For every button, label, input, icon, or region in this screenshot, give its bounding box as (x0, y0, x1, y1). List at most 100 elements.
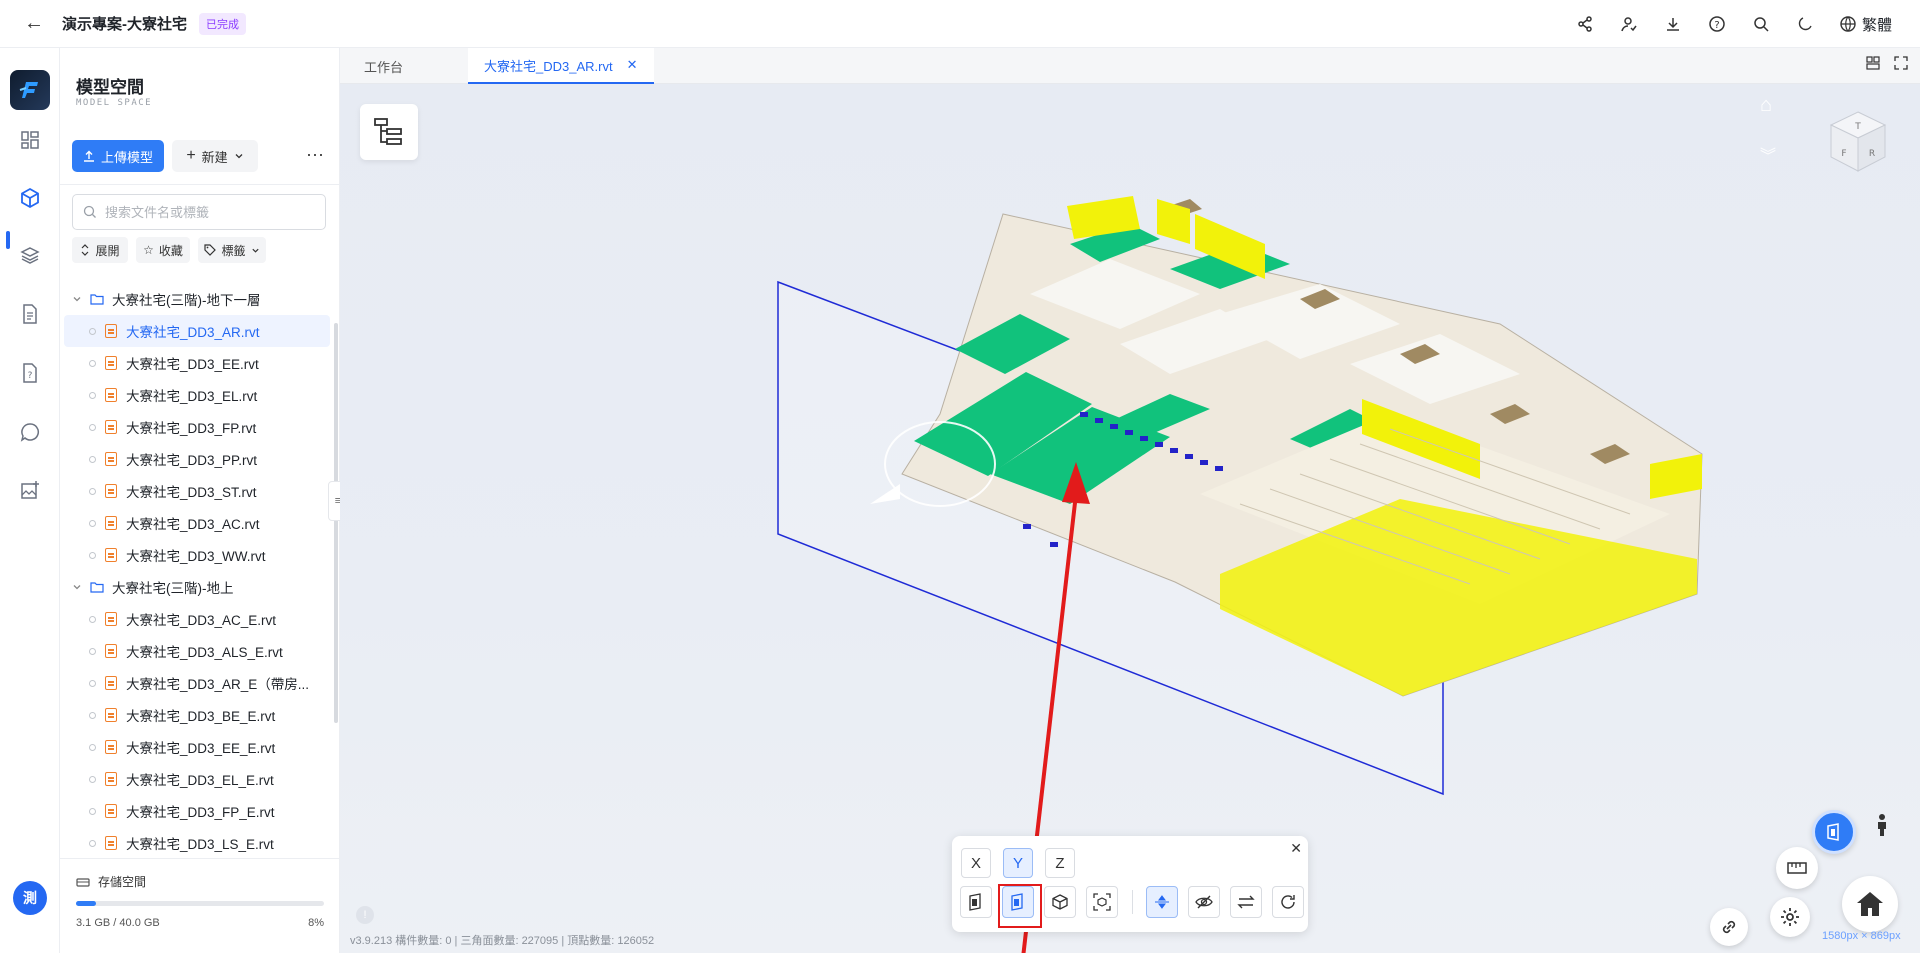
status-dot (89, 615, 96, 623)
tree-file[interactable]: 大寮社宅_DD3_AC_E.rvt (64, 603, 330, 635)
tree-folder[interactable]: 大寮社宅(三階)-地上 (60, 571, 336, 603)
panel-title: 模型空間 (76, 78, 144, 97)
axis-y-button[interactable]: Y (1003, 848, 1033, 878)
tree-file[interactable]: 大寮社宅_DD3_AC.rvt (64, 507, 330, 539)
status-dot (89, 455, 96, 463)
axis-x-button[interactable]: X (961, 848, 991, 878)
tab-model-file[interactable]: 大寮社宅_DD3_AR.rvt ✕ (468, 48, 654, 84)
highlight-annotation-box (998, 884, 1042, 928)
file-question-icon[interactable]: ? (18, 361, 42, 385)
tree-file[interactable]: 大寮社宅_DD3_ALS_E.rvt (64, 635, 330, 667)
tree-file[interactable]: 大寮社宅_DD3_PP.rvt (64, 443, 330, 475)
flip-button[interactable] (1230, 886, 1262, 918)
expand-icon (82, 244, 89, 256)
tree-file[interactable]: 大寮社宅_DD3_AR.rvt (64, 315, 330, 347)
tree-folder[interactable]: 大寮社宅(三階)-地下一層 (60, 283, 336, 315)
globe-icon (1840, 16, 1856, 32)
view-cube[interactable]: T F R (1823, 107, 1893, 182)
status-dot (89, 711, 96, 719)
link-icon (1722, 920, 1736, 934)
close-icon[interactable]: ✕ (1290, 840, 1302, 857)
tab-workbench[interactable]: 工作台 (364, 48, 403, 84)
person-icon[interactable] (1862, 805, 1902, 845)
file-label: 大寮社宅_DD3_LS_E.rvt (126, 837, 274, 852)
left-rail: ? 測 (0, 48, 60, 953)
tree-file[interactable]: 大寮社宅_DD3_ST.rvt (64, 475, 330, 507)
axis-z-button[interactable]: Z (1045, 848, 1075, 878)
tree-file[interactable]: 大寮社宅_DD3_FP.rvt (64, 411, 330, 443)
tree-file[interactable]: 大寮社宅_DD3_EE.rvt (64, 347, 330, 379)
section-plane-button[interactable] (960, 886, 992, 918)
more-icon[interactable]: ··· (304, 145, 326, 166)
tree-file[interactable]: 大寮社宅_DD3_EL.rvt (64, 379, 330, 411)
tree-file[interactable]: 大寮社宅_DD3_BE_E.rvt (64, 699, 330, 731)
language-switch[interactable]: 繁體 (1840, 14, 1892, 35)
layers-icon[interactable] (18, 243, 42, 267)
document-icon[interactable] (18, 302, 42, 326)
tree-file[interactable]: 大寮社宅_DD3_WW.rvt (64, 539, 330, 571)
file-icon (105, 484, 117, 498)
tree-file[interactable]: 大寮社宅_DD3_EL_E.rvt (64, 763, 330, 795)
avatar[interactable]: 測 (13, 881, 47, 915)
share-icon[interactable] (1576, 15, 1594, 33)
measure-button[interactable] (1776, 847, 1818, 889)
tree-scrollbar[interactable] (334, 323, 338, 723)
tag-chip[interactable]: 標籤 (198, 237, 266, 263)
section-box-button[interactable] (1044, 886, 1076, 918)
settings-button[interactable] (1770, 897, 1810, 937)
download-icon[interactable] (1664, 15, 1682, 33)
expand-chip[interactable]: 展開 (72, 237, 128, 263)
status-dot (89, 807, 96, 815)
close-icon[interactable]: ✕ (627, 57, 638, 73)
search-input[interactable] (105, 204, 305, 220)
folder-icon (90, 294, 104, 305)
fit-box-button[interactable] (1086, 886, 1118, 918)
upload-model-button[interactable]: 上傳模型 (72, 140, 164, 172)
fullscreen-icon[interactable] (1894, 56, 1908, 70)
file-label: 大寮社宅_DD3_EE.rvt (126, 357, 259, 372)
reset-button[interactable] (1272, 886, 1304, 918)
3d-viewport[interactable]: ⌂ ︾ T F R ! v3.9.213 構件數量: 0 | 三角面數量: 22… (340, 84, 1920, 953)
arrow-left-icon[interactable]: ← (24, 12, 44, 34)
hide-button[interactable] (1188, 886, 1220, 918)
file-label: 大寮社宅_DD3_BE_E.rvt (126, 709, 276, 724)
box-icon (1052, 894, 1068, 910)
chat-icon[interactable] (18, 420, 42, 444)
section-icon (1827, 823, 1839, 841)
home-icon (1857, 892, 1883, 916)
favorite-chip[interactable]: ☆ 收藏 (136, 237, 190, 263)
split-view-icon[interactable] (1866, 56, 1880, 70)
moon-icon[interactable] (1796, 15, 1814, 33)
new-button[interactable]: + 新建 (172, 140, 258, 172)
user-share-icon[interactable] (1620, 15, 1638, 33)
section-mode-button[interactable] (1812, 810, 1856, 854)
tree-file[interactable]: 大寮社宅_DD3_FP_E.rvt (64, 795, 330, 827)
app-logo[interactable] (10, 70, 50, 110)
file-icon (105, 356, 117, 370)
tree-file[interactable]: 大寮社宅_DD3_AR_E（帶房... (64, 667, 330, 699)
dashboard-icon[interactable] (18, 128, 42, 152)
help-icon[interactable]: ? (1708, 15, 1726, 33)
tree-file[interactable]: 大寮社宅_DD3_EE_E.rvt (64, 731, 330, 763)
file-label: 大寮社宅_DD3_AR.rvt (126, 325, 260, 340)
storage-percent: 8% (308, 917, 324, 929)
tree-file[interactable]: 大寮社宅_DD3_LS_E.rvt (64, 827, 330, 859)
image-add-icon[interactable] (18, 478, 42, 502)
home-icon[interactable]: ⌂ (1760, 94, 1772, 117)
link-button[interactable] (1710, 908, 1748, 946)
home-view-button[interactable] (1842, 876, 1898, 932)
ruler-icon (1787, 862, 1807, 874)
status-dot (89, 743, 96, 751)
double-chevron-down-icon[interactable]: ︾ (1760, 142, 1776, 166)
storage-progress-fill (76, 901, 96, 906)
info-icon[interactable]: ! (356, 906, 374, 924)
tab-label: 大寮社宅_DD3_AR.rvt (484, 58, 613, 74)
model-space-icon[interactable] (18, 186, 42, 210)
search-box[interactable] (72, 194, 326, 230)
refresh-icon (1281, 895, 1295, 909)
model-render (777, 196, 1703, 953)
plane-visibility-button[interactable] (1146, 886, 1178, 918)
file-icon (105, 324, 117, 338)
search-icon[interactable] (1752, 15, 1770, 33)
viewcube-right: R (1869, 149, 1875, 159)
